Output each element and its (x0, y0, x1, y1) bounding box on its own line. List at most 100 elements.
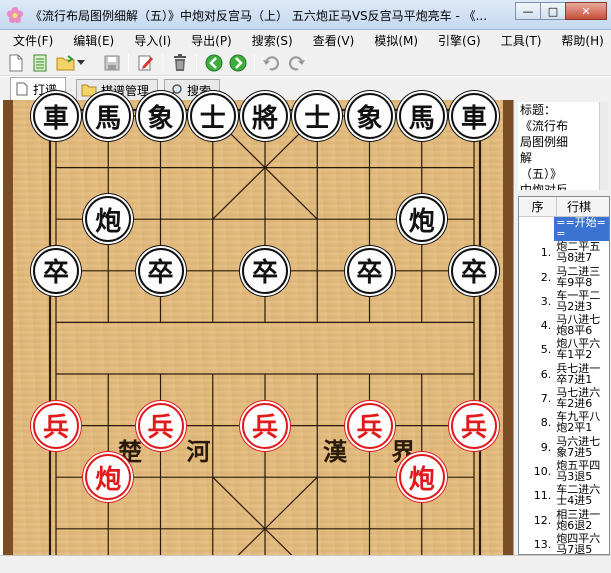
info-line: 局图例细 (520, 135, 569, 149)
redo-icon[interactable] (286, 53, 306, 73)
move-text: 马二进三车9平8 (556, 265, 601, 289)
move-row[interactable]: 5. 炮八平六车1平2 (519, 338, 609, 362)
document-icon (16, 82, 28, 96)
black-piece[interactable]: 象 (137, 93, 184, 139)
menu-edit[interactable]: 编辑(E) (60, 30, 121, 50)
move-row[interactable]: 3. 车一平二马2进3 (519, 290, 609, 314)
toolbar (0, 50, 611, 76)
side-panel: 标题： 《流行布 局图例细 解 （五）》 中炮对反 序 行棋 ==开始== 1. 炮… (513, 100, 611, 555)
menu-export[interactable]: 导出(P) (178, 30, 239, 50)
folder-icon (81, 84, 97, 97)
info-scrollbar[interactable] (599, 102, 608, 190)
status-bar (0, 555, 611, 573)
move-text: 车九平八炮2平1 (556, 411, 601, 435)
edit-icon[interactable] (136, 53, 156, 73)
move-number: 5. (540, 343, 552, 357)
info-line: （五）》 (520, 167, 563, 181)
minimize-button[interactable]: — (515, 2, 541, 20)
menu-engine[interactable]: 引擎(G) (425, 30, 488, 50)
move-row[interactable]: 13. 炮四平六马7退5 (519, 532, 609, 555)
red-piece[interactable]: 兵 (451, 402, 497, 449)
red-piece[interactable]: 兵 (242, 402, 288, 449)
move-number: 6. (540, 367, 552, 381)
black-piece[interactable]: 卒 (242, 247, 288, 294)
move-row[interactable]: 1. 炮二平五马8进7 (519, 241, 609, 265)
move-text: 车一平二马2进3 (556, 289, 601, 313)
move-text: 炮二平五马8进7 (556, 241, 601, 265)
red-piece[interactable]: 炮 (398, 454, 445, 501)
move-number: 8. (540, 416, 552, 430)
black-piece[interactable]: 象 (346, 93, 393, 139)
move-number: 1. (540, 246, 552, 260)
menu-search[interactable]: 搜索(S) (239, 30, 300, 50)
black-piece[interactable]: 卒 (451, 247, 497, 294)
move-row[interactable]: 6. 兵七进一卒7进1 (519, 363, 609, 387)
black-piece[interactable]: 卒 (33, 247, 79, 294)
black-piece[interactable]: 士 (189, 93, 236, 139)
save-icon[interactable] (102, 53, 122, 73)
menu-simulate[interactable]: 模拟(M) (361, 30, 425, 50)
close-button[interactable]: ✕ (565, 2, 607, 20)
delete-icon[interactable] (170, 53, 190, 73)
move-row[interactable]: 12. 相三进一炮6退2 (519, 509, 609, 533)
new-file-icon[interactable] (6, 53, 26, 73)
xiangqi-board[interactable]: 楚 河 漢 界 車馬象士將士象馬車炮炮卒卒卒卒卒兵兵兵兵兵炮炮 (13, 93, 503, 555)
back-icon[interactable] (204, 53, 224, 73)
red-piece[interactable]: 兵 (346, 402, 393, 449)
forward-icon[interactable] (228, 53, 248, 73)
move-text: 炮四平六马7退5 (556, 532, 601, 555)
move-number: 11. (533, 489, 552, 503)
move-row[interactable]: ==开始== (519, 217, 609, 242)
move-number: 2. (540, 270, 552, 284)
black-piece[interactable]: 馬 (85, 93, 132, 139)
move-row[interactable]: 2. 马二进三车9平8 (519, 266, 609, 290)
menu-help[interactable]: 帮助(H) (548, 30, 610, 50)
move-text: ==开始== (554, 217, 609, 242)
move-row[interactable]: 8. 车九平八炮2平1 (519, 411, 609, 435)
move-list: 序 行棋 ==开始== 1. 炮二平五马8进7 2. 马二进三车9平8 3. 车一平二马2进… (518, 196, 610, 555)
move-text: 车二进六士4进5 (556, 484, 601, 508)
move-row[interactable]: 10. 炮五平四马3退5 (519, 460, 609, 484)
move-text: 炮五平四马3退5 (556, 459, 601, 483)
board-frame: 楚 河 漢 界 車馬象士將士象馬車炮炮卒卒卒卒卒兵兵兵兵兵炮炮 (3, 93, 513, 555)
black-piece[interactable]: 炮 (398, 196, 445, 243)
move-row[interactable]: 9. 马六进七象7进5 (519, 436, 609, 460)
black-piece[interactable]: 將 (242, 93, 288, 139)
menu-tools[interactable]: 工具(T) (488, 30, 549, 50)
black-piece[interactable]: 卒 (137, 247, 184, 294)
maximize-button[interactable]: □ (540, 2, 566, 20)
black-piece[interactable]: 車 (451, 93, 497, 139)
move-text: 马六进七象7进5 (556, 435, 601, 459)
move-number: 13. (533, 537, 552, 551)
header-number[interactable]: 序 (519, 197, 557, 216)
red-piece[interactable]: 兵 (137, 402, 184, 449)
info-line: 中炮对反 (520, 183, 569, 190)
open-folder-icon[interactable] (56, 53, 76, 73)
black-piece[interactable]: 馬 (398, 93, 445, 139)
menu-file[interactable]: 文件(F) (0, 30, 60, 50)
dropdown-arrow-icon[interactable] (76, 53, 86, 73)
move-number (519, 217, 554, 241)
title-bar: 《流行布局图例细解（五）》中炮对反宫马（上） 五六炮正马VS反宫马平炮亮车 - … (0, 0, 611, 30)
undo-icon[interactable] (262, 53, 282, 73)
move-number: 4. (540, 319, 552, 333)
move-text: 马八进七炮8平6 (556, 314, 601, 338)
move-row[interactable]: 7. 马七进六车2进6 (519, 387, 609, 411)
move-number: 12. (533, 513, 552, 527)
black-piece[interactable]: 卒 (346, 247, 393, 294)
app-flower-icon (7, 7, 23, 23)
black-piece[interactable]: 車 (33, 93, 79, 139)
move-text: 马七进六车2进6 (556, 387, 601, 411)
move-row[interactable]: 11. 车二进六士4进5 (519, 484, 609, 508)
move-number: 3. (540, 294, 552, 308)
list-icon[interactable] (30, 53, 50, 73)
move-text: 相三进一炮6退2 (556, 508, 601, 532)
header-move[interactable]: 行棋 (557, 197, 591, 216)
menu-import[interactable]: 导入(I) (121, 30, 178, 50)
black-piece[interactable]: 士 (294, 93, 341, 139)
move-row[interactable]: 4. 马八进七炮8平6 (519, 314, 609, 338)
info-line: 《流行布 (520, 119, 569, 133)
info-line: 解 (520, 151, 533, 165)
menu-view[interactable]: 查看(V) (300, 30, 362, 50)
red-piece[interactable]: 兵 (33, 402, 79, 449)
